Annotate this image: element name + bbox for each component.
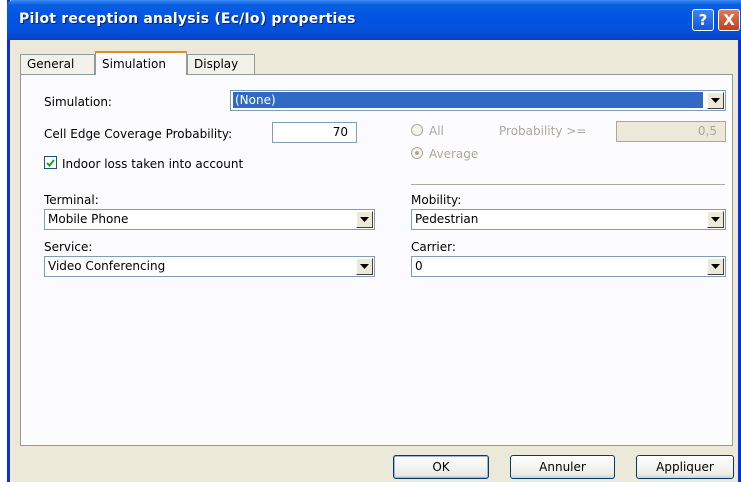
chevron-down-icon[interactable] xyxy=(356,211,373,228)
radio-all[interactable] xyxy=(411,124,423,136)
cell-edge-probability-input[interactable]: 70 xyxy=(272,122,357,143)
help-button[interactable]: ? xyxy=(692,9,714,31)
tab-display[interactable]: Display xyxy=(187,54,255,74)
cancel-button[interactable]: Annuler xyxy=(510,455,615,479)
chevron-down-icon[interactable] xyxy=(707,92,724,109)
simulation-label: Simulation: xyxy=(44,95,112,109)
ok-button[interactable]: OK xyxy=(393,455,489,479)
simulation-value: (None) xyxy=(233,92,703,108)
tab-general[interactable]: General xyxy=(20,54,95,74)
mobility-select[interactable]: Pedestrian xyxy=(411,209,726,230)
service-select[interactable]: Video Conferencing xyxy=(44,256,375,277)
carrier-value: 0 xyxy=(415,259,423,273)
mobility-label: Mobility: xyxy=(411,193,462,207)
help-icon: ? xyxy=(698,11,708,29)
simulation-select[interactable]: (None) xyxy=(230,90,726,111)
apply-button[interactable]: Appliquer xyxy=(636,455,734,479)
title-bar[interactable]: Pilot reception analysis (Ec/Io) propert… xyxy=(7,0,741,40)
terminal-value: Mobile Phone xyxy=(48,212,129,226)
radio-all-label: All xyxy=(429,124,444,138)
service-label: Service: xyxy=(44,240,93,254)
simulation-tab-panel: Simulation: (None) Cell Edge Coverage Pr… xyxy=(20,74,733,446)
properties-dialog: Pilot reception analysis (Ec/Io) propert… xyxy=(7,0,741,482)
carrier-label: Carrier: xyxy=(411,240,456,254)
checkmark-icon xyxy=(46,158,55,167)
close-button[interactable]: X xyxy=(718,9,740,31)
radio-average-label: Average xyxy=(429,147,479,161)
window-title: Pilot reception analysis (Ec/Io) propert… xyxy=(19,11,356,27)
terminal-select[interactable]: Mobile Phone xyxy=(44,209,375,230)
probability-label: Probability >= xyxy=(499,124,587,138)
service-value: Video Conferencing xyxy=(48,259,166,273)
indoor-loss-label: Indoor loss taken into account xyxy=(62,157,244,171)
cell-edge-probability-label: Cell Edge Coverage Probability: xyxy=(44,127,233,141)
carrier-select[interactable]: 0 xyxy=(411,256,726,277)
mobility-value: Pedestrian xyxy=(415,212,479,226)
radio-average[interactable] xyxy=(411,147,423,159)
chevron-down-icon[interactable] xyxy=(707,211,724,228)
chevron-down-icon[interactable] xyxy=(356,258,373,275)
indoor-loss-checkbox[interactable] xyxy=(44,156,57,169)
separator xyxy=(411,184,725,186)
tab-simulation[interactable]: Simulation xyxy=(95,51,187,75)
terminal-label: Terminal: xyxy=(44,193,99,207)
chevron-down-icon[interactable] xyxy=(707,258,724,275)
probability-input[interactable]: 0,5 xyxy=(616,121,726,142)
close-icon: X xyxy=(723,11,735,29)
